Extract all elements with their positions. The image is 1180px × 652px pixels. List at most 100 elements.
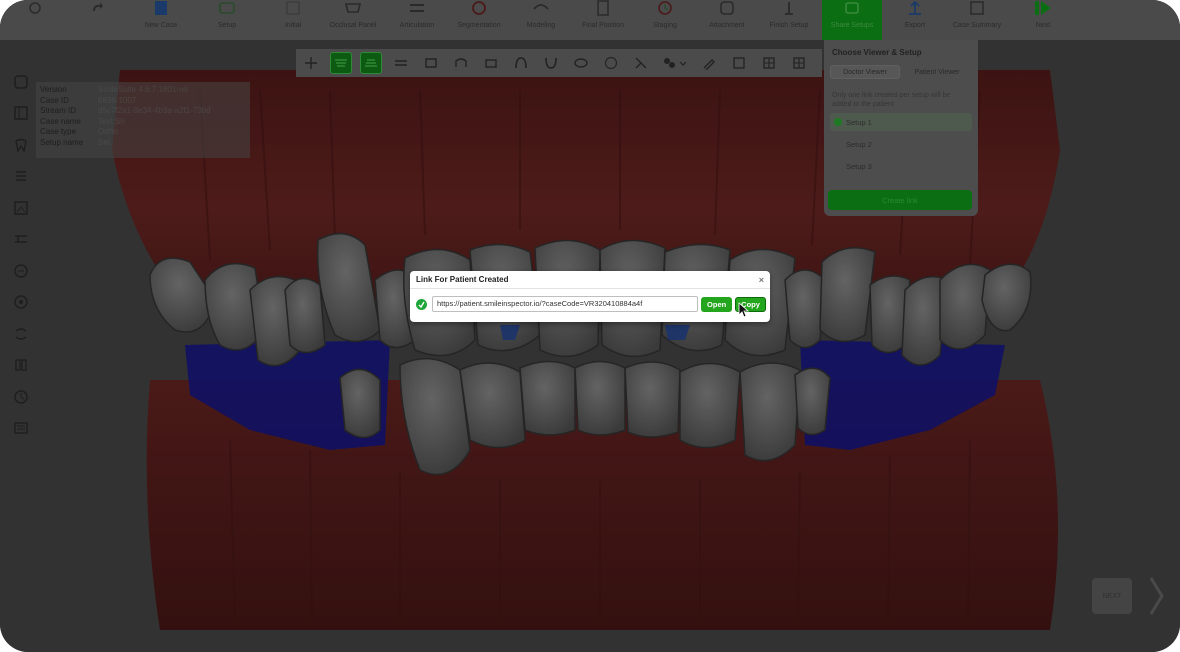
- sidebar-history-button[interactable]: [6, 381, 36, 413]
- layers-icon: [16, 171, 26, 181]
- sidebar-image-button[interactable]: [6, 192, 36, 224]
- color-dropdown-icon: [664, 58, 687, 68]
- finish-setup-icon: [779, 0, 799, 18]
- toolbar-export-button[interactable]: Export: [884, 0, 946, 40]
- toolbar-setup-button[interactable]: Setup: [196, 0, 258, 40]
- upper-jaw-view-button[interactable]: [330, 52, 352, 74]
- move-icon: [305, 57, 317, 69]
- lower-jaw-icon: [365, 59, 377, 67]
- toolbar-new-case-button[interactable]: New Case: [130, 0, 192, 40]
- left-sidebar: [6, 66, 36, 444]
- info-row: Case ID 6836-1007: [40, 95, 137, 105]
- toolbar-segmentation-button[interactable]: Segmentation: [448, 0, 510, 40]
- sidebar-refresh-button[interactable]: [6, 66, 36, 98]
- grid-layout-button[interactable]: [788, 52, 810, 74]
- attachment-icon: [717, 0, 737, 18]
- close-icon[interactable]: ×: [759, 275, 764, 285]
- occlusion-icon: [574, 58, 588, 68]
- toolbar-modeling-button[interactable]: Modeling: [510, 0, 572, 40]
- split-layout-button[interactable]: [758, 52, 780, 74]
- dialog-header: Link For Patient Created ×: [410, 271, 770, 289]
- tab-doctor-viewer[interactable]: Doctor Viewer: [830, 65, 900, 79]
- right-view-button[interactable]: [480, 52, 502, 74]
- tooth-icon: [15, 138, 27, 153]
- color-dropdown[interactable]: [660, 52, 690, 74]
- next-icon: [1033, 0, 1053, 18]
- arch-icon: [15, 235, 27, 243]
- clock-icon: [604, 56, 618, 70]
- left-view-button[interactable]: [450, 52, 472, 74]
- info-row: Version SmileSuite 4.6.7.1801-rel: [40, 85, 188, 94]
- occlusion-view-button[interactable]: [570, 52, 592, 74]
- left-view-icon: [455, 58, 467, 67]
- setup-option-1[interactable]: Setup 1: [830, 113, 972, 131]
- patient-link-field[interactable]: [431, 296, 699, 312]
- history-button[interactable]: [600, 52, 622, 74]
- toolbar-occlusal-button[interactable]: Occlusal Panel: [322, 0, 384, 40]
- sidebar-measure-button[interactable]: [6, 255, 36, 287]
- toolbar-staging-button[interactable]: Staging: [634, 0, 696, 40]
- sidebar-panel-button[interactable]: [6, 98, 36, 130]
- setup-panel-title: Choose Viewer & Setup: [832, 48, 922, 57]
- chevron-right-icon[interactable]: [1148, 576, 1166, 616]
- share-setup-panel: Choose Viewer & Setup Doctor Viewer Pati…: [824, 40, 978, 216]
- app-window: New Case Setup Initial Occlusal Panel Ar…: [0, 0, 1180, 652]
- case-info-panel: Version SmileSuite 4.6.7.1801-rel Case ID…: [36, 82, 250, 158]
- setup-option-2[interactable]: Setup 2: [830, 135, 972, 153]
- back-view-button[interactable]: [420, 52, 442, 74]
- toolbar-next-button[interactable]: Next: [1012, 0, 1074, 40]
- single-layout-button[interactable]: [728, 52, 750, 74]
- sidebar-tooth-button[interactable]: [6, 129, 36, 161]
- create-link-button[interactable]: Create link: [828, 190, 972, 210]
- toolbar-finish-setup-button[interactable]: Finish Setup: [758, 0, 820, 40]
- modeling-icon: [531, 0, 551, 18]
- front-view-button[interactable]: [390, 52, 412, 74]
- sidebar-notes-button[interactable]: [6, 413, 36, 445]
- setup-note: Only one link created per setup will be …: [832, 92, 951, 108]
- initial-icon: [283, 0, 303, 18]
- dialog-title: Link For Patient Created: [416, 275, 509, 284]
- toolbar-share-setups-button[interactable]: Share Setups: [822, 0, 882, 40]
- toolbar-articulation-button[interactable]: Articulation: [386, 0, 448, 40]
- front-view-icon: [395, 60, 407, 66]
- sidebar-bite-button[interactable]: [6, 318, 36, 350]
- refresh-icon: [14, 75, 28, 89]
- view-toolbar: [296, 49, 822, 77]
- panel-icon: [14, 106, 28, 120]
- occlusal-icon: [343, 0, 363, 18]
- info-row: Case type Ortho: [40, 127, 119, 136]
- toolbar-initial-button[interactable]: Initial: [262, 0, 324, 40]
- brush-icon: [703, 59, 715, 70]
- sidebar-layers-button[interactable]: [6, 161, 36, 193]
- top-view-icon: [515, 57, 527, 69]
- toolbar-redo-button[interactable]: [66, 0, 128, 40]
- open-link-button[interactable]: Open: [701, 296, 733, 312]
- compare-button[interactable]: [630, 52, 652, 74]
- toolbar-case-summary-button[interactable]: Case Summary: [946, 0, 1008, 40]
- toolbar-attachment-button[interactable]: Attachment: [696, 0, 758, 40]
- compare-icon: [635, 57, 647, 69]
- back-view-icon: [425, 58, 437, 68]
- share-icon: [842, 0, 862, 18]
- setup-icon: [217, 0, 237, 18]
- move-tool-button[interactable]: [300, 52, 322, 74]
- brackets-icon: [15, 359, 27, 371]
- toolbar-home-button[interactable]: [4, 0, 66, 40]
- dialog-body: Open Copy: [410, 289, 770, 312]
- check-circle-icon: [416, 298, 427, 310]
- bottom-view-button[interactable]: [540, 52, 562, 74]
- toolbar-final-position-button[interactable]: Final Position: [572, 0, 634, 40]
- split-layout-icon: [763, 57, 775, 69]
- sidebar-target-button[interactable]: [6, 287, 36, 319]
- sidebar-arch-button[interactable]: [6, 224, 36, 256]
- link-created-dialog: Link For Patient Created × Open Copy: [410, 271, 770, 322]
- grid-layout-icon: [793, 57, 805, 69]
- setup-option-3[interactable]: Setup 3: [830, 157, 972, 175]
- info-row: Case name Test Sh: [40, 116, 125, 126]
- top-view-button[interactable]: [510, 52, 532, 74]
- lower-jaw-view-button[interactable]: [360, 52, 382, 74]
- brush-tool-button[interactable]: [698, 52, 720, 74]
- sidebar-brackets-button[interactable]: [6, 350, 36, 382]
- tab-patient-viewer[interactable]: Patient Viewer: [902, 65, 972, 79]
- next-stage-button[interactable]: NEXT: [1092, 578, 1132, 614]
